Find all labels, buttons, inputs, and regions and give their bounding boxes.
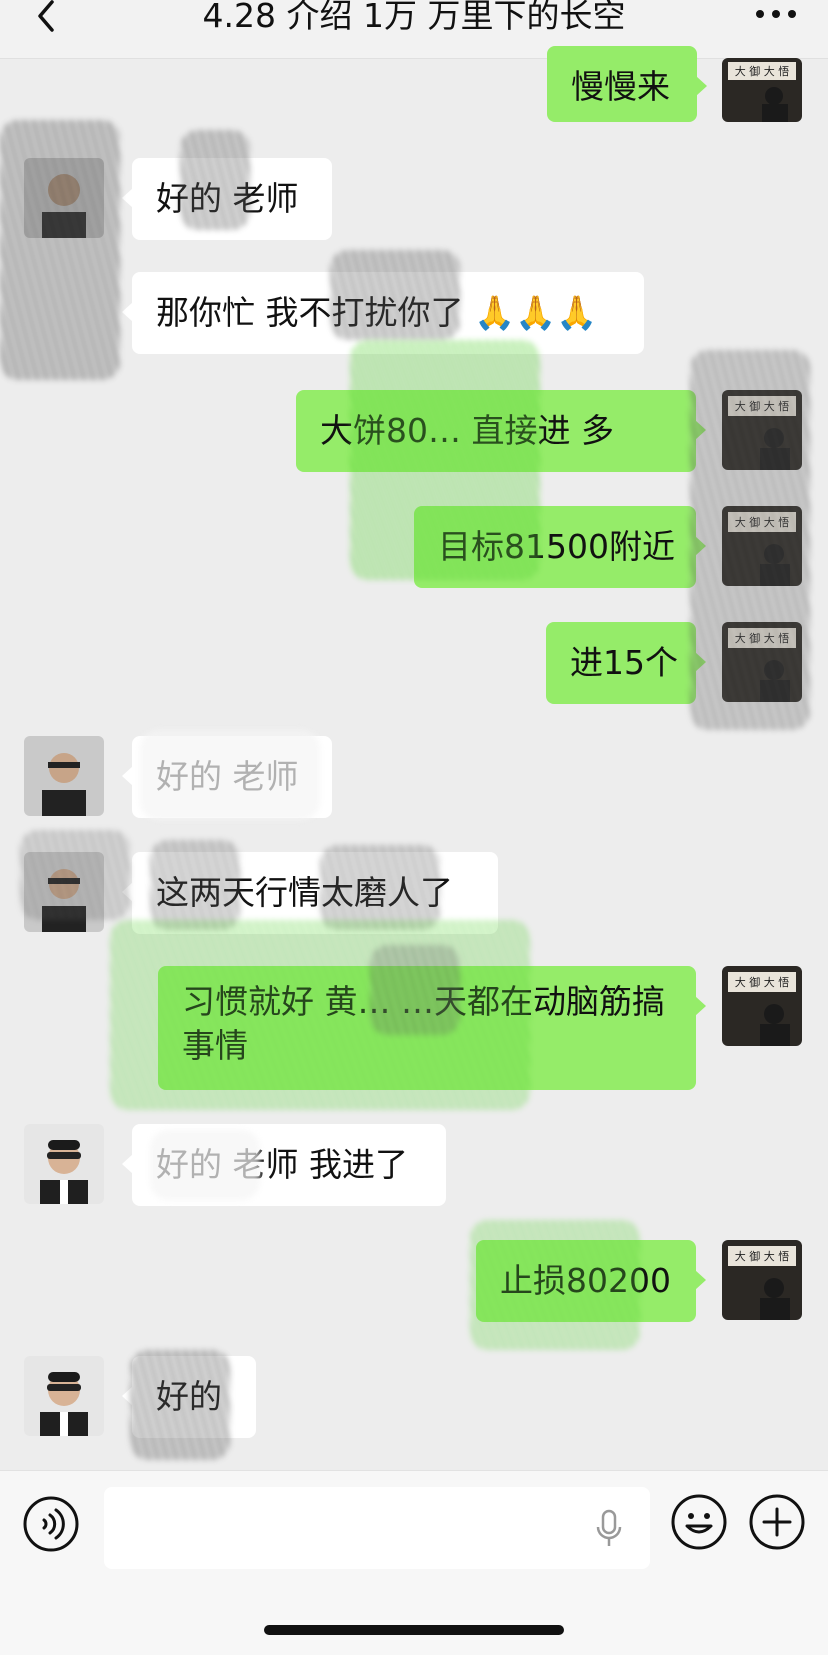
svg-text:大 御 大 悟: 大 御 大 悟: [735, 64, 790, 78]
avatar-contact[interactable]: [24, 1124, 104, 1204]
more-button[interactable]: [754, 2, 798, 26]
avatar-self[interactable]: 大 御 大 悟: [722, 58, 802, 122]
avatar-self[interactable]: 大 御 大 悟: [722, 390, 802, 470]
message-bubble-incoming[interactable]: 好的 老师: [122, 158, 332, 240]
voice-input-icon: [23, 1496, 79, 1552]
svg-text:大 御 大 悟: 大 御 大 悟: [735, 515, 790, 529]
avatar-self[interactable]: 大 御 大 悟: [722, 966, 802, 1046]
plus-icon: [749, 1494, 805, 1550]
message-bubble-incoming[interactable]: 这两天行情太磨人了: [122, 852, 498, 934]
svg-text:大 御 大 悟: 大 御 大 悟: [735, 975, 790, 989]
emoji-button[interactable]: [670, 1493, 728, 1551]
plus-button[interactable]: [748, 1493, 806, 1551]
message-bubble-outgoing[interactable]: 止损80200: [476, 1240, 706, 1322]
emoji-icon: [671, 1494, 727, 1550]
avatar-contact[interactable]: [24, 158, 104, 238]
message-bubble-outgoing[interactable]: 大饼80… 直接进 多: [296, 390, 706, 472]
avatar-self[interactable]: 大 御 大 悟: [722, 506, 802, 586]
message-bubble-incoming[interactable]: 好的 老师 我进了: [122, 1124, 446, 1206]
chat-title: 4.28 介绍 1万 万里下的长空: [202, 0, 626, 35]
message-bubble-outgoing[interactable]: 进15个: [546, 622, 706, 704]
svg-text:大 御 大 悟: 大 御 大 悟: [735, 1249, 790, 1263]
avatar-contact[interactable]: [24, 1356, 104, 1436]
message-bubble-outgoing[interactable]: 慢慢来: [547, 46, 707, 122]
message-bubble-outgoing[interactable]: 习惯就好 黄… …天都在动脑筋搞事情: [158, 966, 706, 1090]
avatar-contact[interactable]: [24, 852, 104, 932]
message-bubble-outgoing[interactable]: 目标81500附近: [414, 506, 706, 588]
svg-text:大 御 大 悟: 大 御 大 悟: [735, 631, 790, 645]
back-button[interactable]: [28, 0, 68, 36]
chat-header: 4.28 介绍 1万 万里下的长空: [0, 0, 828, 59]
message-bubble-incoming[interactable]: 那你忙 我不打扰你了 🙏🙏🙏: [122, 272, 644, 354]
svg-text:大 御 大 悟: 大 御 大 悟: [735, 399, 790, 413]
microphone-icon[interactable]: [594, 1509, 624, 1549]
avatar-self[interactable]: 大 御 大 悟: [722, 622, 802, 702]
voice-input-button[interactable]: [22, 1495, 80, 1553]
avatar-contact[interactable]: [24, 736, 104, 816]
message-input[interactable]: [104, 1487, 650, 1569]
message-bubble-incoming[interactable]: 好的 老师: [122, 736, 332, 818]
home-indicator[interactable]: [264, 1625, 564, 1635]
message-bubble-incoming[interactable]: 好的: [122, 1356, 256, 1438]
more-dots-icon: [756, 10, 796, 18]
chevron-left-icon: [38, 0, 54, 32]
avatar-self[interactable]: 大 御 大 悟: [722, 1240, 802, 1320]
